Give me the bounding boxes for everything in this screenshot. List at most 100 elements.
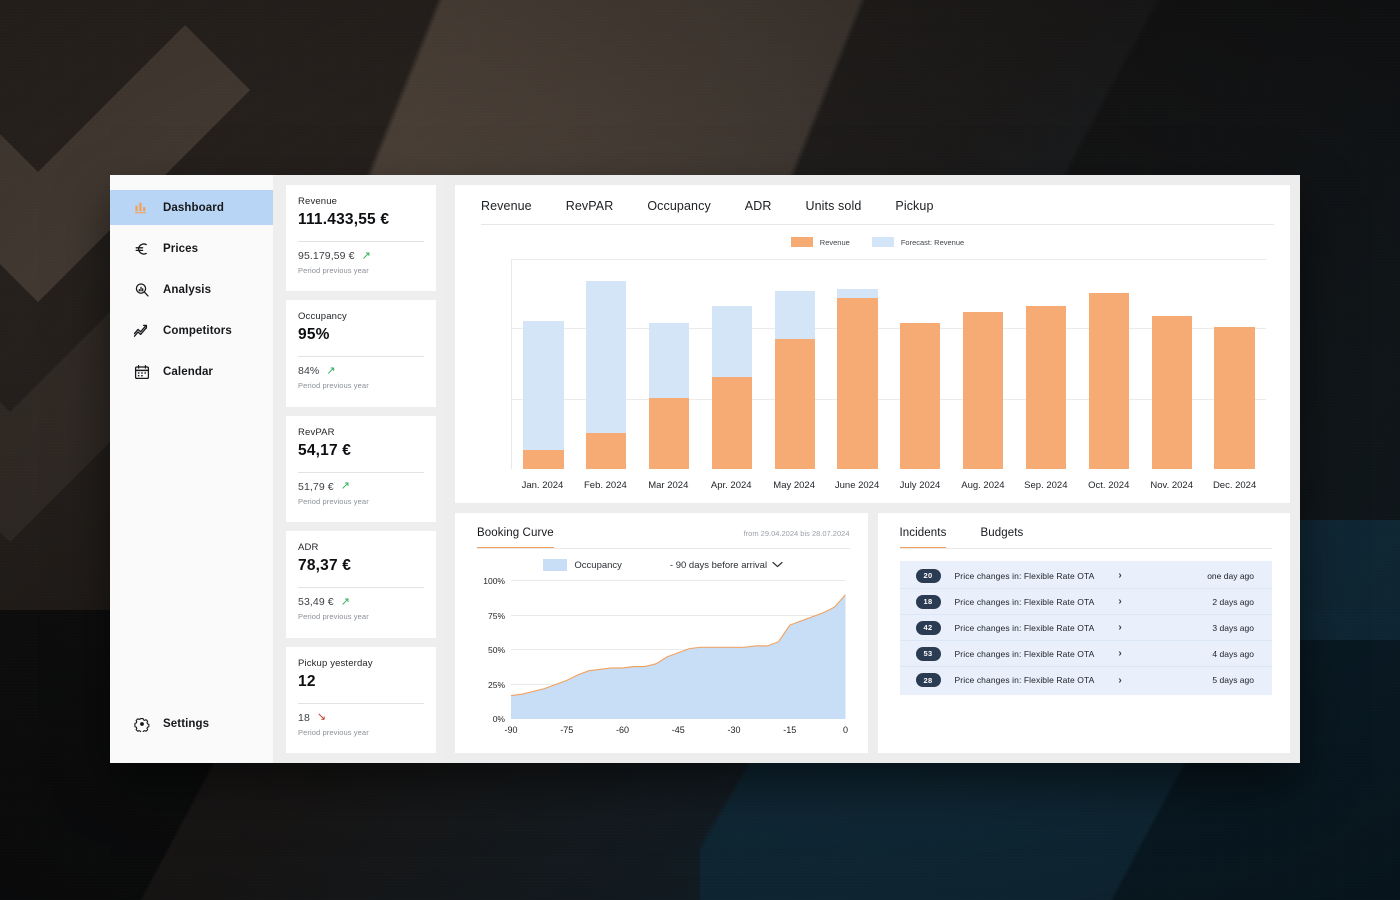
bar-plot-area <box>511 259 1266 469</box>
tab-revenue[interactable]: Revenue <box>481 199 532 213</box>
bar-group[interactable] <box>638 260 701 469</box>
bar-group[interactable] <box>700 260 763 469</box>
incident-text: Price changes in: Flexible Rate OTA <box>954 675 1095 685</box>
main-content: Revenue RevPAR Occupancy ADR Units sold … <box>445 175 1300 763</box>
booking-curve-tabrow: Booking Curve <box>477 527 554 549</box>
euro-icon <box>133 240 150 257</box>
x-axis-label: Jan. 2024 <box>521 480 564 491</box>
bar-segment-revenue <box>774 339 815 469</box>
incidents-tabrow: Incidents Budgets <box>899 527 1024 549</box>
chevron-right-icon[interactable]: › <box>1118 596 1121 607</box>
gear-icon <box>133 715 150 732</box>
bar-group[interactable] <box>512 260 575 469</box>
divider <box>477 548 850 549</box>
tab-revpar[interactable]: RevPAR <box>566 199 614 213</box>
chevron-right-icon[interactable]: › <box>1118 622 1121 633</box>
sidebar-item-calendar[interactable]: Calendar <box>110 354 273 389</box>
divider <box>298 587 424 589</box>
incident-row[interactable]: 53 Price changes in: Flexible Rate OTA › 4 … <box>899 641 1272 667</box>
metric-tabs: Revenue RevPAR Occupancy ADR Units sold … <box>481 199 1274 225</box>
incident-list: 20 Price changes in: Flexible Rate OTA › on… <box>899 561 1273 695</box>
divider <box>298 356 424 358</box>
divider <box>899 548 1272 549</box>
kpi-label: Occupancy <box>298 311 347 323</box>
kpi-previous-value: 95.179,59 € <box>298 250 355 262</box>
y-axis-label: 50% <box>487 645 505 655</box>
bar-group[interactable] <box>826 260 889 469</box>
legend-label: Revenue <box>819 237 850 247</box>
sidebar-item-analysis[interactable]: Analysis <box>110 272 273 307</box>
booking-curve-x-axis-labels: -90 -75 -60 -45 -30 -15 0 <box>504 725 848 739</box>
incident-row[interactable]: 28 Price changes in: Flexible Rate OTA › 5 … <box>900 667 1273 693</box>
incident-timestamp: 5 days ago <box>1212 675 1254 685</box>
kpi-previous-value: 84% <box>298 365 320 378</box>
x-axis-label: Feb. 2024 <box>583 480 627 491</box>
sidebar-item-settings[interactable]: Settings <box>110 706 273 741</box>
incident-text: Price changes in: Flexible Rate OTA <box>954 596 1095 607</box>
legend-swatch-occupancy <box>543 559 568 571</box>
kpi-previous-value: 18 <box>298 711 310 724</box>
sidebar-item-label: Calendar <box>163 365 214 378</box>
tab-booking-curve[interactable]: Booking Curve <box>477 527 554 549</box>
bar-segment-revenue <box>648 397 690 469</box>
tab-pickup[interactable]: Pickup <box>895 199 933 213</box>
kpi-card-pickup-yesterday: Pickup yesterday 12 18 ↘ Period previous… <box>286 646 436 754</box>
divider <box>298 471 424 473</box>
y-axis-label: 0% <box>492 714 505 724</box>
bar-group[interactable] <box>1077 260 1140 469</box>
sidebar-item-dashboard[interactable]: Dashboard <box>110 190 273 225</box>
chevron-right-icon[interactable]: › <box>1118 675 1121 686</box>
chevron-right-icon[interactable]: › <box>1118 570 1121 581</box>
kpi-previous-value: 53,49 € <box>298 596 334 609</box>
trend-up-icon: ↗ <box>361 249 371 262</box>
incident-timestamp: 3 days ago <box>1212 622 1254 633</box>
calendar-icon <box>133 363 150 380</box>
kpi-previous: 84% ↗ <box>298 365 424 377</box>
sidebar-item-label: Prices <box>163 242 199 255</box>
kpi-column: Revenue 111.433,55 € 95.179,59 € ↗ Perio… <box>273 175 445 763</box>
booking-curve-plot-area: 0% 25% 50% 75% 100% <box>483 576 846 724</box>
sidebar-item-prices[interactable]: Prices <box>110 231 273 266</box>
x-axis-label: Apr. 2024 <box>710 480 752 491</box>
sidebar-item-label: Dashboard <box>163 201 224 214</box>
tab-units-sold[interactable]: Units sold <box>806 199 862 213</box>
bar-segment-forecast <box>523 320 564 451</box>
bar-segment-revenue <box>963 312 1004 469</box>
kpi-sublabel: Period previous year <box>298 381 369 391</box>
days-before-arrival-select[interactable]: - 90 days before arrival <box>670 560 783 571</box>
bar-group[interactable] <box>889 260 952 469</box>
bar-group[interactable] <box>1015 260 1078 469</box>
x-axis-label: July 2024 <box>899 480 941 491</box>
bar-group[interactable] <box>1140 260 1203 469</box>
bar-group[interactable] <box>952 260 1015 469</box>
legend-swatch-revenue <box>790 237 813 247</box>
incident-count-badge: 28 <box>915 673 941 687</box>
chevron-right-icon[interactable]: › <box>1118 648 1121 659</box>
incident-row[interactable]: 20 Price changes in: Flexible Rate OTA › on… <box>899 563 1272 589</box>
incident-row[interactable]: 18 Price changes in: Flexible Rate OTA › 2 … <box>899 589 1272 615</box>
kpi-sublabel: Period previous year <box>298 496 369 506</box>
bar-segment-forecast <box>648 322 690 398</box>
bar-segment-revenue <box>1025 305 1067 469</box>
incident-row[interactable]: 42 Price changes in: Flexible Rate OTA › 3 … <box>899 615 1272 641</box>
bar-group[interactable] <box>1203 260 1266 469</box>
tab-adr[interactable]: ADR <box>745 199 772 213</box>
y-axis-label: 25% <box>487 679 505 690</box>
bar-group[interactable] <box>575 260 638 469</box>
bar-segment-revenue <box>586 433 627 469</box>
x-axis-label: Nov. 2024 <box>1150 480 1193 491</box>
incident-count-badge: 20 <box>915 568 941 583</box>
incident-timestamp: one day ago <box>1207 570 1254 581</box>
x-axis-label: Sep. 2024 <box>1024 480 1068 491</box>
booking-curve-chart: 0% 25% 50% 75% 100% -90 -75 -60 -45 -30 -15 0 <box>477 576 850 741</box>
x-axis-label: Aug. 2024 <box>961 480 1005 491</box>
tab-budgets[interactable]: Budgets <box>980 527 1023 549</box>
booking-curve-date-range: from 29.04.2024 bis 28.07.2024 <box>743 529 850 538</box>
x-axis-label: Dec. 2024 <box>1212 480 1257 491</box>
bar-segment-revenue <box>837 297 878 469</box>
tab-incidents[interactable]: Incidents <box>899 527 947 549</box>
bar-group[interactable] <box>763 260 826 469</box>
sidebar-item-competitors[interactable]: Competitors <box>110 313 273 348</box>
incident-text: Price changes in: Flexible Rate OTA <box>954 570 1095 581</box>
tab-occupancy[interactable]: Occupancy <box>647 199 710 213</box>
